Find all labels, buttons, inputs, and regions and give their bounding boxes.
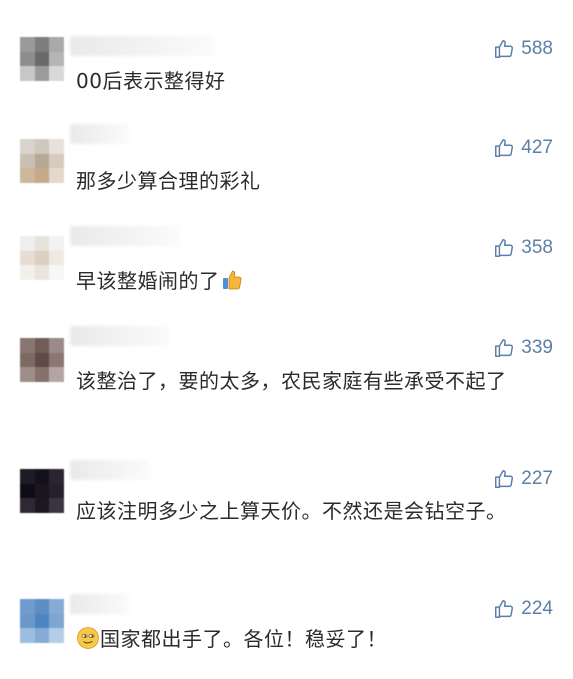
- comment-text-content: 国家都出手了。各位！稳妥了！: [100, 627, 387, 651]
- username[interactable]: [70, 460, 150, 480]
- username[interactable]: [70, 36, 215, 56]
- thumbs-up-icon: [495, 139, 514, 157]
- like-count: 588: [521, 38, 553, 59]
- avatar[interactable]: [20, 338, 64, 382]
- avatar[interactable]: [20, 139, 64, 183]
- thumbs-up-icon: [495, 339, 514, 357]
- thumbs-up-icon: [495, 239, 514, 257]
- avatar[interactable]: [20, 469, 64, 513]
- like-count: 339: [521, 337, 553, 358]
- comment-text-content: 早该整婚闹的了: [76, 269, 220, 293]
- like-count: 358: [521, 237, 553, 258]
- like-button[interactable]: 339: [493, 337, 553, 359]
- like-button[interactable]: 427: [493, 137, 553, 159]
- smirk-emoji-icon: [77, 627, 99, 649]
- username[interactable]: [70, 326, 170, 346]
- like-button[interactable]: 358: [493, 237, 553, 259]
- like-button[interactable]: 588: [493, 38, 553, 60]
- username[interactable]: [70, 124, 130, 144]
- thumbs-up-emoji-icon: [222, 270, 241, 290]
- comment-text: 该整治了，要的太多，农民家庭有些承受不起了: [76, 369, 507, 393]
- thumbs-up-icon: [495, 40, 514, 58]
- like-count: 427: [521, 137, 553, 158]
- thumbs-up-icon: [495, 600, 514, 618]
- comment-text: 应该注明多少之上算天价。不然还是会钻空子。: [76, 499, 507, 523]
- username[interactable]: [70, 226, 180, 246]
- like-button[interactable]: 224: [493, 598, 553, 620]
- like-button[interactable]: 227: [493, 468, 553, 490]
- thumbs-up-icon: [495, 470, 514, 488]
- avatar[interactable]: [20, 236, 64, 280]
- comment-text: 00后表示整得好: [76, 69, 226, 93]
- like-count: 227: [521, 468, 553, 489]
- username[interactable]: [70, 594, 130, 614]
- like-count: 224: [521, 598, 553, 619]
- comment-text: 那多少算合理的彩礼: [76, 169, 261, 193]
- avatar[interactable]: [20, 37, 64, 81]
- comment-text: 早该整婚闹的了: [76, 266, 547, 296]
- comment-text: 国家都出手了。各位！稳妥了！: [76, 624, 547, 654]
- avatar[interactable]: [20, 599, 64, 643]
